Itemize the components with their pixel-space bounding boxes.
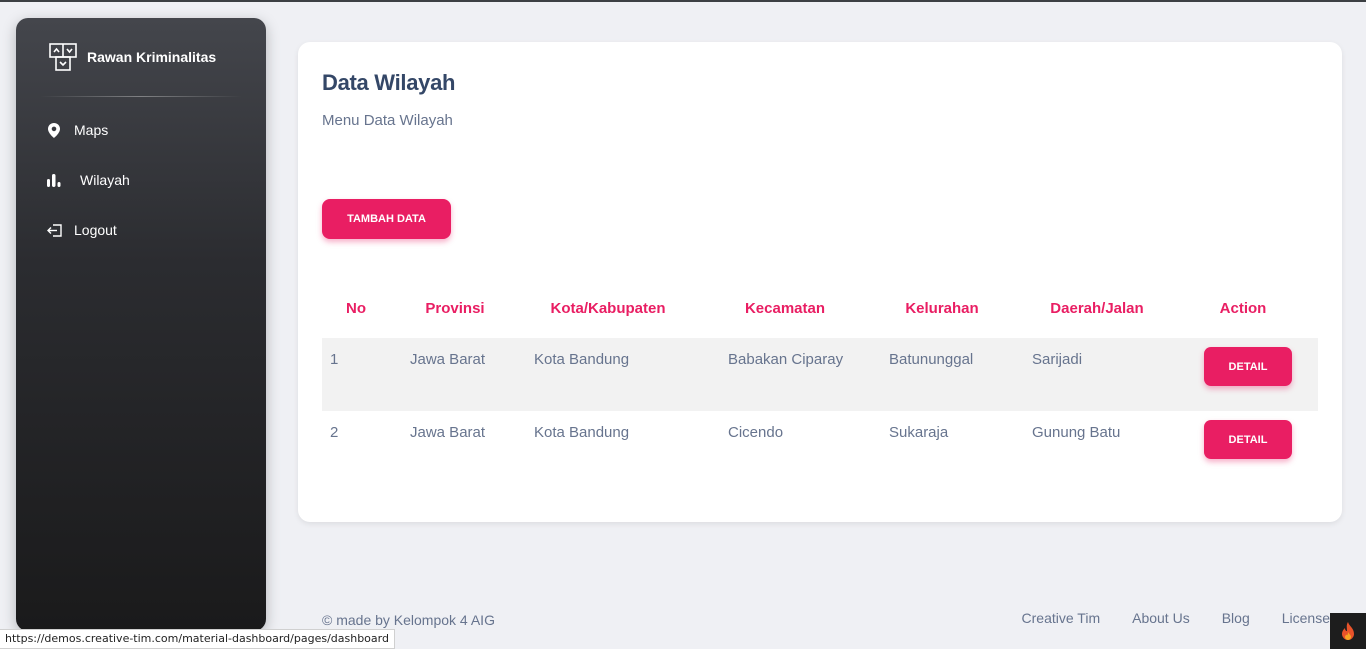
brand-divider (40, 96, 242, 97)
detail-button[interactable]: DETAIL (1204, 420, 1292, 459)
page-subtitle: Menu Data Wilayah (322, 112, 453, 129)
fire-button[interactable] (1330, 613, 1366, 649)
cell-no: 1 (330, 351, 339, 368)
main-card: Data Wilayah Menu Data Wilayah TAMBAH DA… (298, 42, 1342, 522)
add-data-button[interactable]: TAMBAH DATA (322, 199, 451, 239)
cell-provinsi: Jawa Barat (410, 351, 486, 368)
header-daerah: Daerah/Jalan (1050, 300, 1144, 317)
cell-kota: Kota Bandung (534, 424, 630, 441)
cell-kelurahan: Sukaraja (889, 424, 949, 441)
cell-kecamatan: Cicendo (728, 424, 784, 441)
sidebar-item-label: Logout (74, 222, 117, 238)
footer-link-license[interactable]: License (1282, 610, 1330, 626)
cell-kecamatan: Babakan Ciparay (728, 351, 844, 368)
sidebar-item-label: Maps (74, 122, 109, 138)
cell-kelurahan: Batununggal (889, 351, 974, 368)
header-provinsi: Provinsi (425, 300, 485, 317)
cell-daerah: Sarijadi (1032, 351, 1083, 368)
footer-links: Creative Tim About Us Blog License (990, 610, 1330, 626)
footer-link-about-us[interactable]: About Us (1132, 610, 1190, 626)
table-row: 2 Jawa Barat Kota Bandung Cicendo Sukara… (322, 411, 1318, 484)
cell-provinsi: Jawa Barat (410, 424, 486, 441)
footer-link-blog[interactable]: Blog (1222, 610, 1250, 626)
brand[interactable]: Rawan Kriminalitas (48, 42, 216, 72)
cell-kota: Kota Bandung (534, 351, 630, 368)
header-no: No (346, 300, 366, 317)
chart-icon (46, 172, 62, 188)
header-action: Action (1219, 300, 1267, 317)
header-kelurahan: Kelurahan (905, 300, 979, 317)
status-bar-url: https://demos.creative-tim.com/material-… (0, 629, 395, 649)
sidebar-item-logout[interactable]: Logout (46, 222, 117, 238)
sidebar-item-maps[interactable]: Maps (46, 122, 108, 138)
cell-daerah: Gunung Batu (1032, 424, 1121, 441)
sidebar: Rawan Kriminalitas Maps Wilayah Logout (16, 18, 266, 631)
detail-button[interactable]: DETAIL (1204, 347, 1292, 386)
footer-link-creative-tim[interactable]: Creative Tim (1022, 610, 1101, 626)
brand-name: Rawan Kriminalitas (87, 49, 217, 65)
header-kota: Kota/Kabupaten (550, 300, 666, 317)
logout-icon (46, 222, 62, 238)
sidebar-item-label: Wilayah (80, 172, 130, 188)
fire-icon (1342, 622, 1354, 640)
header-kecamatan: Kecamatan (744, 300, 826, 317)
page-title: Data Wilayah (322, 70, 456, 95)
brand-logo-icon (49, 43, 77, 71)
footer-copyright: © made by Kelompok 4 AIG (322, 612, 495, 628)
map-pin-icon (46, 122, 62, 138)
table-row: 1 Jawa Barat Kota Bandung Babakan Cipara… (322, 338, 1318, 411)
sidebar-item-wilayah[interactable]: Wilayah (46, 172, 130, 188)
cell-no: 2 (330, 424, 339, 441)
